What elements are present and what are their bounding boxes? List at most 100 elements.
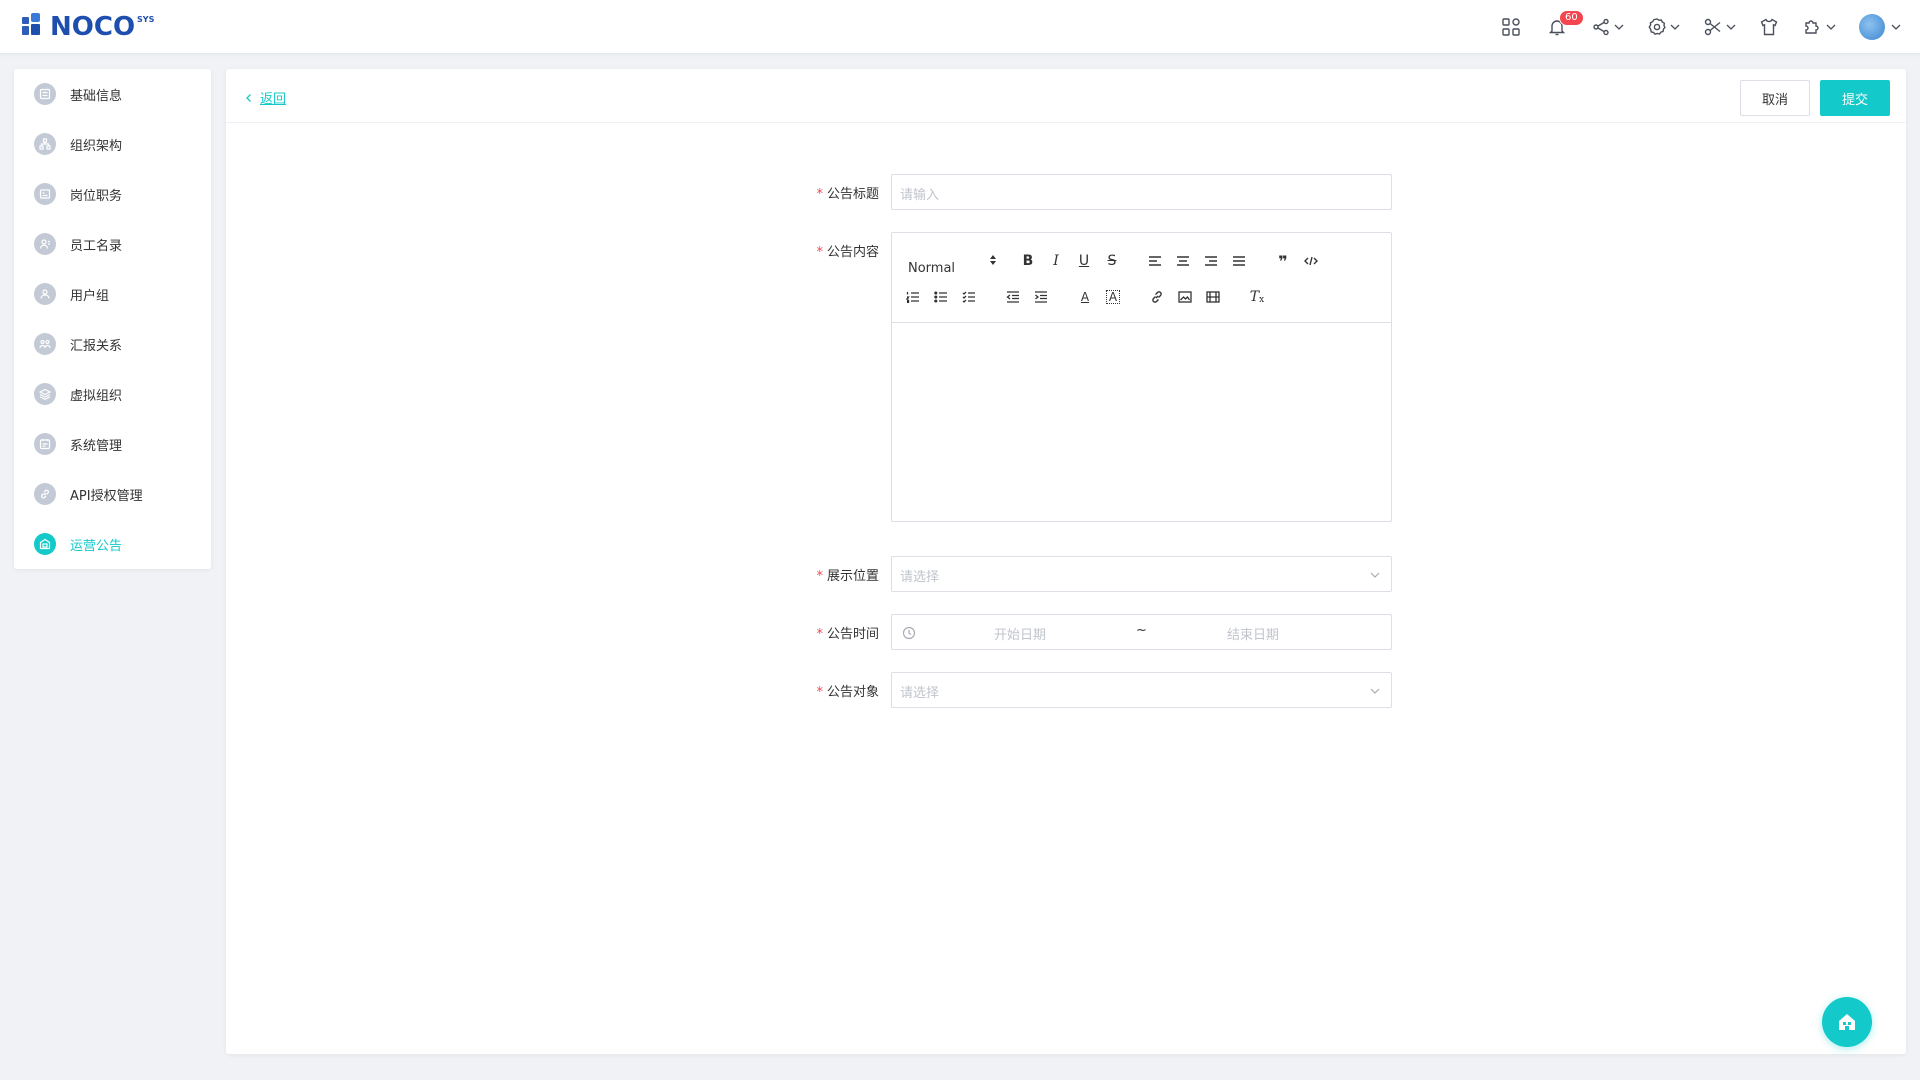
notification-button[interactable]: 60 [1547,10,1584,37]
top-header: NOCO SYS 60 [0,0,1920,54]
editor-content-area[interactable] [892,324,1391,521]
title-input[interactable]: 请输入 [891,174,1392,210]
time-range-picker[interactable]: 开始日期 ~ 结束日期 [891,614,1392,650]
chevron-down-icon [1891,24,1901,30]
sidebar-item-label: 岗位职务 [70,188,123,204]
sidebar-item-label: 运营公告 [70,538,123,554]
italic-icon[interactable]: I [1045,250,1067,272]
sidebar-item-user-groups[interactable]: 用户组 [14,274,211,314]
background-color-icon[interactable]: A [1102,286,1124,308]
outdent-icon[interactable] [1002,286,1024,308]
share-icon [1593,18,1609,36]
logo-text: NOCO [50,12,136,42]
submit-button[interactable]: 提交 [1820,80,1890,116]
chevron-down-icon [1370,688,1380,694]
sidebar-item-label: 系统管理 [70,438,123,454]
avatar [1859,14,1885,40]
align-left-icon[interactable] [1144,250,1166,272]
position-select[interactable]: 请选择 [891,556,1392,592]
video-icon[interactable] [1202,286,1224,308]
position-label: * 展示位置 [816,569,879,584]
sidebar-item-system[interactable]: 系统管理 [14,424,211,464]
notification-badge: 60 [1559,10,1584,26]
info-icon [34,83,56,105]
settings-menu[interactable] [1647,17,1681,37]
back-label: 返回 [260,92,287,107]
shirt-icon[interactable] [1759,17,1779,37]
sidebar-item-positions[interactable]: 岗位职务 [14,174,211,214]
employee-icon [34,233,56,255]
sidebar-item-employees[interactable]: 员工名录 [14,224,211,264]
check-list-icon[interactable] [958,286,980,308]
layers-icon [34,383,56,405]
apps-icon[interactable] [1501,17,1521,37]
chevron-down-icon [1726,24,1736,30]
sidebar-item-reporting[interactable]: 汇报关系 [14,324,211,364]
date-separator: ~ [1136,623,1147,638]
ordered-list-icon[interactable] [902,286,924,308]
chevron-left-icon [246,93,251,102]
sidebar-item-label: 虚拟组织 [70,388,123,404]
target-select[interactable]: 请选择 [891,672,1392,708]
tools-menu[interactable] [1703,17,1737,37]
indent-icon[interactable] [1030,286,1052,308]
strike-icon[interactable]: S [1101,250,1123,272]
clear-format-icon[interactable]: Tx [1246,286,1268,308]
sidebar-item-label: 汇报关系 [70,338,123,354]
sidebar-item-api-auth[interactable]: API授权管理 [14,474,211,514]
home-icon [1839,1014,1855,1030]
target-placeholder: 请选择 [900,686,940,701]
align-center-icon[interactable] [1172,250,1194,272]
sidebar-item-basic-info[interactable]: 基础信息 [14,74,211,114]
font-color-icon[interactable]: A [1074,286,1096,308]
org-icon [34,133,56,155]
cancel-button[interactable]: 取消 [1740,80,1810,116]
sidebar-item-announcements[interactable]: 运营公告 [14,524,211,564]
rich-text-editor: Normal B I U S ❞ A A Tx [891,232,1392,522]
end-date-placeholder[interactable]: 结束日期 [1227,624,1279,643]
target-label: * 公告对象 [816,685,879,700]
user-menu[interactable] [1859,14,1902,40]
link-icon [34,483,56,505]
title-label: * 公告标题 [816,187,879,202]
system-icon [34,433,56,455]
report-icon [34,333,56,355]
logo-sup: SYS [137,15,155,24]
header-actions: 60 [1479,10,1902,42]
chevron-down-icon [1370,572,1380,578]
position-icon [34,183,56,205]
align-right-icon[interactable] [1200,250,1222,272]
bold-icon[interactable]: B [1017,250,1039,272]
code-icon[interactable] [1300,250,1322,272]
image-icon[interactable] [1174,286,1196,308]
home-float-button[interactable] [1822,997,1872,1047]
tools-icon [1704,18,1721,36]
position-placeholder: 请选择 [900,570,940,585]
clock-icon [902,626,916,640]
content-label: * 公告内容 [816,245,879,260]
share-menu[interactable] [1591,17,1625,37]
select-arrow-icon [990,255,996,265]
blockquote-icon[interactable]: ❞ [1272,250,1294,272]
underline-icon[interactable]: U [1073,250,1095,272]
back-link[interactable]: 返回 [244,88,286,107]
link-icon[interactable] [1146,286,1168,308]
time-label: * 公告时间 [816,627,879,642]
chevron-down-icon [1614,24,1624,30]
logo[interactable]: NOCO SYS [22,13,154,41]
plugin-menu[interactable] [1801,17,1837,37]
title-placeholder: 请输入 [900,188,940,203]
announcement-icon [34,533,56,555]
settings-icon [1648,18,1666,36]
header-select[interactable]: Normal [908,261,955,276]
sidebar-item-label: 基础信息 [70,88,123,104]
start-date-placeholder[interactable]: 开始日期 [994,624,1046,643]
sidebar-item-label: 用户组 [70,288,110,304]
sidebar-item-label: 组织架构 [70,138,123,154]
align-justify-icon[interactable] [1228,250,1250,272]
chevron-down-icon [1826,24,1836,30]
bullet-list-icon[interactable] [930,286,952,308]
sidebar-item-virtual-org[interactable]: 虚拟组织 [14,374,211,414]
sidebar-item-org-structure[interactable]: 组织架构 [14,124,211,164]
sidebar-item-label: API授权管理 [70,488,143,504]
